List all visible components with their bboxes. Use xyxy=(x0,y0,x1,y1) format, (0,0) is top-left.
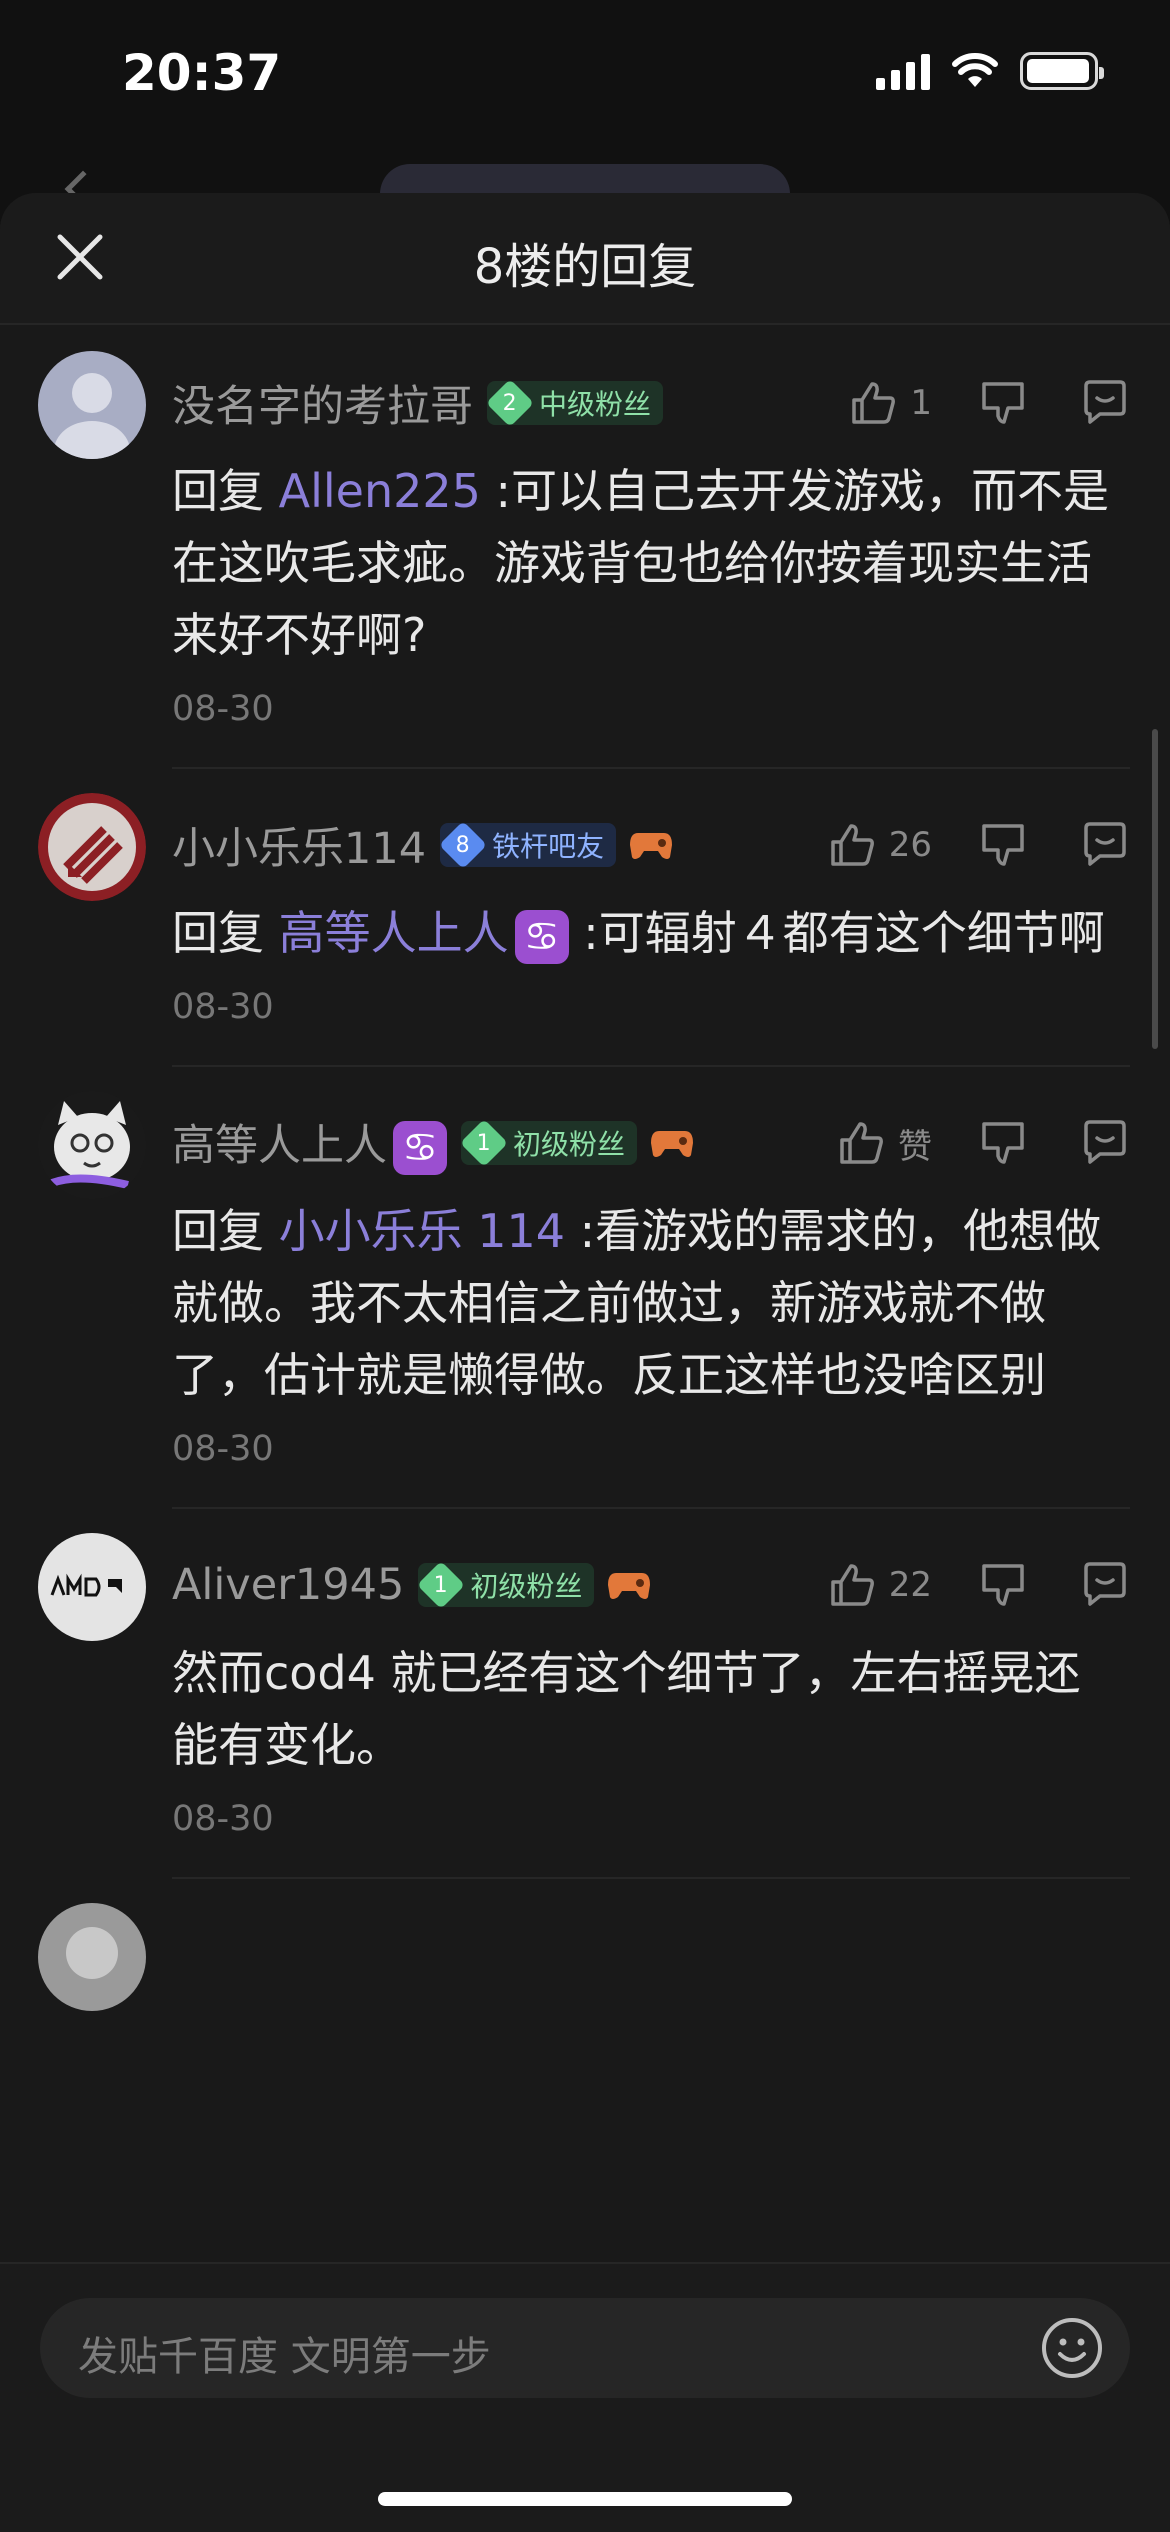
mention-link[interactable]: Allen225 xyxy=(279,464,481,518)
like-count: 赞 xyxy=(898,1126,932,1167)
comment-text: 回复 Allen225 :可以自己去开发游戏，而不是在这吹毛求疵。游戏背包也给你… xyxy=(172,464,1110,662)
comment-bubble-icon xyxy=(1084,822,1126,866)
like-count: 1 xyxy=(910,383,932,423)
avatar[interactable] xyxy=(38,1091,146,1199)
status-time: 20:37 xyxy=(122,44,282,102)
cancer-zodiac-icon: ♋ xyxy=(393,1121,447,1176)
thumbs-up-icon xyxy=(852,382,896,424)
username[interactable]: 小小乐乐114 xyxy=(172,814,426,876)
badge-label: 初级粉丝 xyxy=(513,1128,626,1161)
list-item: 没名字的考拉哥 2 中级粉丝 1 回复 Allen225:可以自己去开发游戏，… xyxy=(38,327,1130,769)
level-badge: 1 初级粉丝 xyxy=(459,1118,638,1168)
like-button[interactable]: 26 xyxy=(827,820,932,870)
comment-bubble-icon xyxy=(1084,1120,1126,1164)
badge-label: 初级粉丝 xyxy=(470,1570,583,1603)
list-item: 小小乐乐114 8 铁杆吧友 26 回复 高等人上人 ♋:可辐射４都有这个细节… xyxy=(38,769,1130,1067)
wifi-icon xyxy=(952,53,998,87)
list-item xyxy=(38,1879,1130,2011)
like-count: 22 xyxy=(888,1565,932,1605)
thumbs-up-icon xyxy=(830,1564,874,1606)
scrollbar[interactable] xyxy=(1152,729,1158,1049)
gamepad-icon xyxy=(608,1573,651,1599)
comment-text: 回复 高等人上人 ♋ :可辐射４都有这个细节啊 xyxy=(172,897,1130,969)
like-button[interactable]: 1 xyxy=(848,378,932,428)
comment-actions: 1 xyxy=(848,378,1130,428)
thumbs-down-icon xyxy=(982,382,1024,424)
reply-button[interactable] xyxy=(1080,820,1130,870)
username[interactable]: Aliver1945 xyxy=(172,1560,404,1610)
comment-date: 08-30 xyxy=(172,689,274,729)
battery-icon xyxy=(1020,52,1104,90)
list-item: Aliver1945 1 初级粉丝 22 然而cod4 就已经有这个细节了，左右… xyxy=(38,1509,1130,1879)
home-indicator[interactable] xyxy=(378,2492,792,2506)
avatar[interactable] xyxy=(38,793,146,901)
comment-header xyxy=(172,1903,1130,2007)
reply-button[interactable] xyxy=(1080,1118,1130,1168)
avatar[interactable] xyxy=(38,1903,146,2011)
dislike-button[interactable] xyxy=(978,1560,1028,1610)
badge-label: 中级粉丝 xyxy=(539,388,652,421)
comment-text: 回复 小小乐乐 114 :看游戏的需求的，他想做就做。我不太相信之前做过，新游戏… xyxy=(172,1204,1102,1402)
comment-header: Aliver1945 1 初级粉丝 22 xyxy=(172,1533,1130,1637)
comment-text: 然而cod4 就已经有这个细节了，左右摇晃还能有变化。 xyxy=(172,1646,1081,1772)
avatar[interactable] xyxy=(38,351,146,459)
emoji-icon[interactable] xyxy=(1038,2314,1106,2382)
comment-header: 没名字的考拉哥 2 中级粉丝 1 xyxy=(172,351,1130,455)
reply-button[interactable] xyxy=(1080,1560,1130,1610)
level-badge: 2 中级粉丝 xyxy=(485,378,664,428)
comment-header: 小小乐乐114 8 铁杆吧友 26 xyxy=(172,793,1130,897)
reply-button[interactable] xyxy=(1080,378,1130,428)
reply-sheet: 8楼的回复 没名字的考拉哥 2 中级粉丝 1 回复 Allen225:可以自己… xyxy=(0,193,1170,2532)
mention-link[interactable]: 高等人上人 ♋ xyxy=(279,906,569,964)
comment-date: 08-30 xyxy=(172,1799,274,1839)
comment-date: 08-30 xyxy=(172,1429,274,1469)
page: 20:37 8楼的回复 没名字的考拉哥 2 中级粉丝 1 回复 Allen225… xyxy=(0,0,1170,2532)
thumbs-down-icon xyxy=(982,1564,1024,1606)
comment-actions: 赞 xyxy=(836,1118,1130,1168)
username[interactable]: 没名字的考拉哥 xyxy=(172,372,473,434)
mention-link[interactable]: 小小乐乐 114 xyxy=(279,1204,565,1258)
input-placeholder: 发贴千百度 文明第一步 xyxy=(78,2334,491,2380)
like-button[interactable]: 22 xyxy=(827,1560,932,1610)
signal-icon xyxy=(876,52,930,90)
comment-header: 高等人上人 ♋ 1 初级粉丝 赞 xyxy=(172,1091,1130,1195)
status-bar: 20:37 xyxy=(0,0,1170,150)
comment-actions: 26 xyxy=(827,820,1130,870)
level-badge: 1 初级粉丝 xyxy=(417,1560,595,1610)
dislike-button[interactable] xyxy=(978,820,1028,870)
status-icons xyxy=(876,52,1104,90)
thumbs-up-icon xyxy=(840,1122,883,1164)
cancer-zodiac-icon: ♋ xyxy=(514,909,569,964)
username[interactable]: 高等人上人 ♋ xyxy=(172,1111,447,1176)
thumbs-up-icon xyxy=(830,824,874,866)
sheet-header: 8楼的回复 xyxy=(0,193,1170,325)
comment-date: 08-30 xyxy=(172,987,274,1027)
thumbs-down-icon xyxy=(982,1122,1024,1164)
comment-input[interactable]: 发贴千百度 文明第一步 xyxy=(40,2298,1130,2398)
list-item: 高等人上人 ♋ 1 初级粉丝 赞 回复 小小乐乐 114:看游戏的需求的，他想… xyxy=(38,1067,1130,1509)
dislike-button[interactable] xyxy=(978,378,1028,428)
sheet-title: 8楼的回复 xyxy=(473,239,697,295)
avatar[interactable] xyxy=(38,1533,146,1641)
level-badge: 8 铁杆吧友 xyxy=(439,820,617,870)
comment-bubble-icon xyxy=(1084,1562,1126,1606)
badge-label: 铁杆吧友 xyxy=(492,830,605,863)
gamepad-icon xyxy=(630,833,673,859)
thumbs-down-icon xyxy=(982,824,1024,866)
comment-bubble-icon xyxy=(1084,380,1126,424)
like-count: 26 xyxy=(888,825,932,865)
dislike-button[interactable] xyxy=(978,1118,1028,1168)
reply-list[interactable]: 没名字的考拉哥 2 中级粉丝 1 回复 Allen225:可以自己去开发游戏，… xyxy=(0,327,1170,2257)
gamepad-icon xyxy=(651,1131,694,1157)
comment-actions: 22 xyxy=(827,1560,1130,1610)
like-button[interactable]: 赞 xyxy=(836,1118,932,1168)
